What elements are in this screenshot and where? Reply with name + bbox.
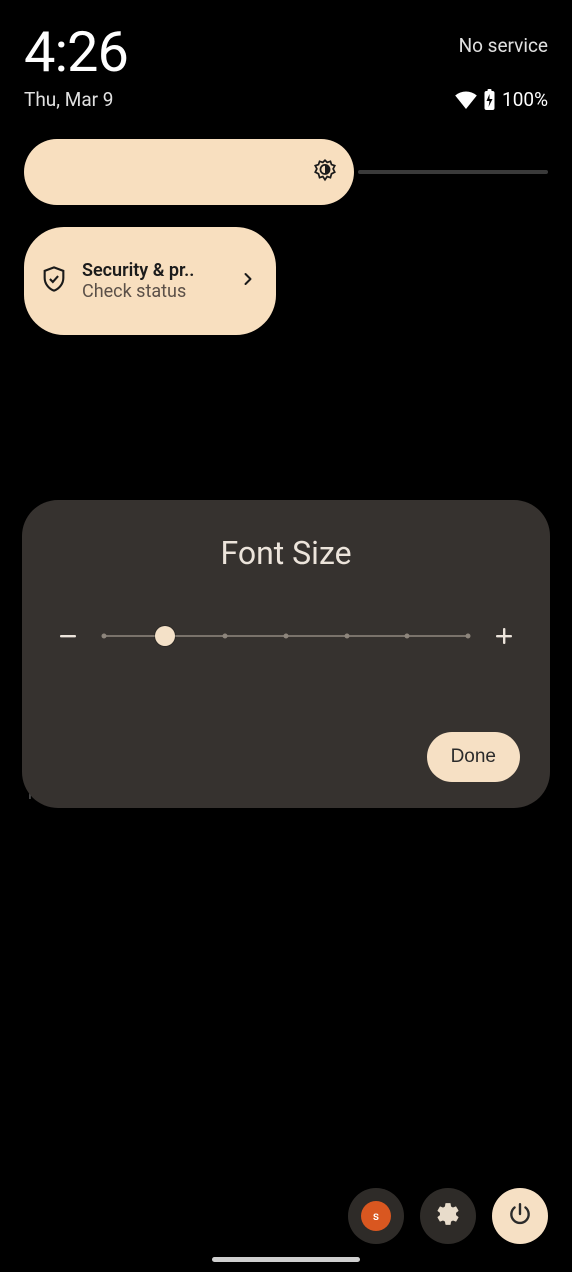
font-size-dialog: Font Size Done xyxy=(22,500,550,808)
brightness-fill[interactable] xyxy=(24,139,354,205)
slider-tick xyxy=(405,634,410,639)
qs-tile-security[interactable]: Security & pr.. Check status xyxy=(24,227,276,335)
dialog-title: Font Size xyxy=(52,534,520,572)
slider-tick xyxy=(344,634,349,639)
status-date: Thu, Mar 9 xyxy=(24,88,113,111)
font-size-slider-row xyxy=(52,620,520,652)
minus-icon xyxy=(56,624,80,648)
font-size-slider[interactable] xyxy=(104,624,468,648)
qs-tile-subtitle: Check status xyxy=(82,281,224,302)
done-button[interactable]: Done xyxy=(427,732,520,782)
battery-charging-icon xyxy=(483,89,496,111)
navigation-handle[interactable] xyxy=(212,1257,360,1262)
user-switcher-button[interactable]: s xyxy=(348,1188,404,1244)
gear-icon xyxy=(435,1201,461,1231)
brightness-track[interactable] xyxy=(358,170,548,174)
user-avatar: s xyxy=(361,1201,391,1231)
avatar-letter: s xyxy=(373,1209,379,1223)
battery-percent: 100% xyxy=(502,88,548,111)
battery-status: 100% xyxy=(455,88,548,111)
slider-tick xyxy=(284,634,289,639)
decrease-button[interactable] xyxy=(52,620,84,652)
power-icon xyxy=(507,1201,533,1231)
increase-button[interactable] xyxy=(488,620,520,652)
settings-button[interactable] xyxy=(420,1188,476,1244)
clock-time: 4:26 xyxy=(24,24,128,80)
slider-tick xyxy=(223,634,228,639)
qs-tile-title: Security & pr.. xyxy=(82,260,224,281)
network-status: No service xyxy=(459,34,548,57)
slider-tick xyxy=(466,634,471,639)
shield-check-icon xyxy=(40,265,68,297)
status-area: 4:26 No service Thu, Mar 9 100% xyxy=(0,0,572,111)
brightness-slider[interactable] xyxy=(24,139,548,205)
wifi-icon xyxy=(455,91,477,109)
slider-thumb[interactable] xyxy=(155,626,175,646)
footer-controls: s xyxy=(348,1188,548,1244)
power-button[interactable] xyxy=(492,1188,548,1244)
plus-icon xyxy=(492,624,516,648)
chevron-right-icon xyxy=(238,269,258,293)
brightness-icon xyxy=(312,157,338,187)
slider-tick xyxy=(102,634,107,639)
